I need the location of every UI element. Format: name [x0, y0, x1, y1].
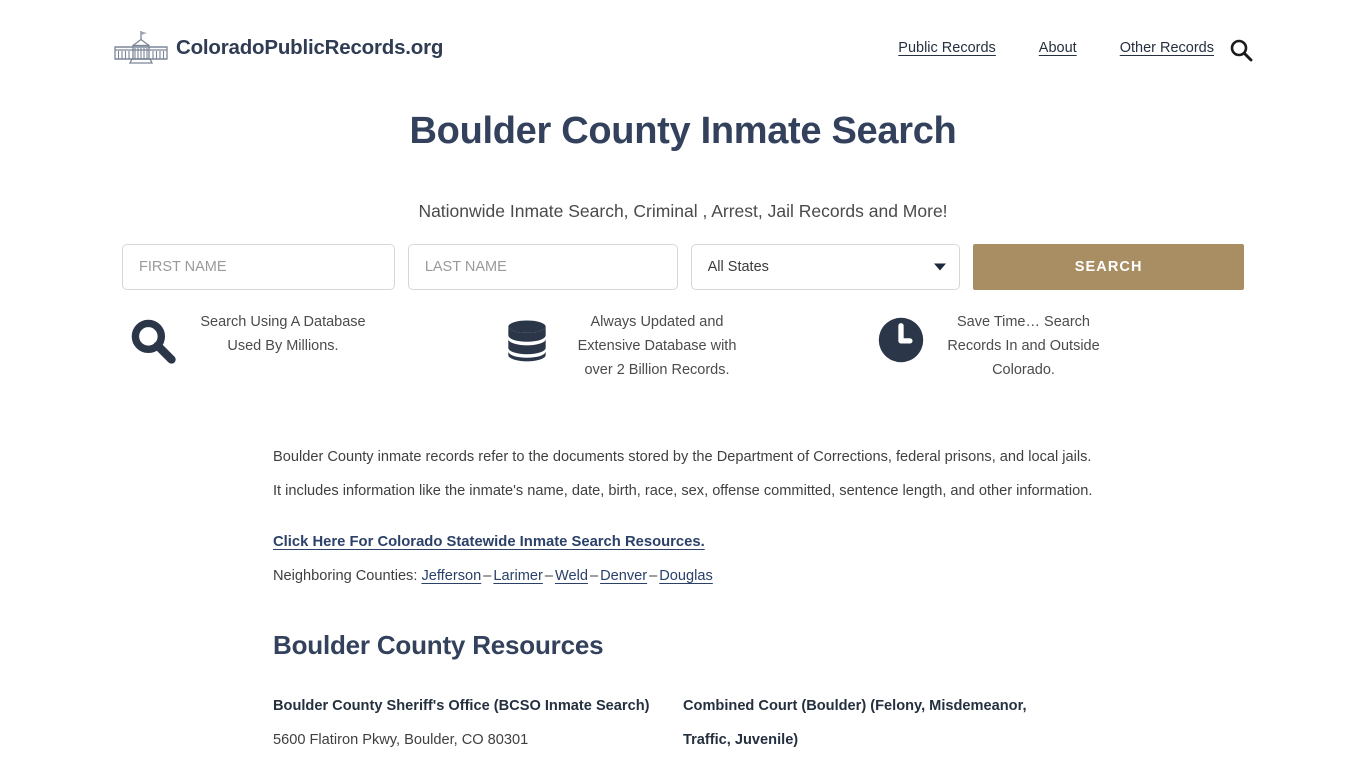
- resource-column-sheriff: Boulder County Sheriff's Office (BCSO In…: [273, 689, 683, 757]
- resource-name: Combined Court (Boulder) (Felony, Misdem…: [683, 698, 1027, 748]
- main-navigation: Public Records About Other Records: [898, 40, 1214, 56]
- state-select-wrapper: All States: [690, 244, 961, 290]
- feature-text: Search Using A Database Used By Millions…: [200, 314, 366, 354]
- magnifier-icon: [122, 310, 184, 366]
- resource-column-court: Combined Court (Boulder) (Felony, Misdem…: [683, 689, 1093, 757]
- capitol-building-icon: [112, 30, 170, 66]
- page-subtitle: Nationwide Inmate Search, Criminal , Arr…: [418, 201, 948, 221]
- feature-text: Save Time… Search Records In and Outside…: [947, 314, 1100, 378]
- county-link-larimer[interactable]: Larimer: [493, 568, 542, 584]
- first-name-input[interactable]: [122, 244, 395, 290]
- resources-heading: Boulder County Resources: [273, 630, 604, 660]
- separator-dash: –: [483, 568, 492, 584]
- statewide-resources-link[interactable]: Click Here For Colorado Statewide Inmate…: [273, 534, 1093, 550]
- brand-logo-link[interactable]: ColoradoPublicRecords.org: [112, 30, 443, 66]
- nav-item-about[interactable]: About: [1039, 40, 1077, 56]
- clock-icon: [870, 310, 932, 364]
- search-submit-button[interactable]: SEARCH: [973, 244, 1244, 290]
- feature-item-save-time: Save Time… Search Records In and Outside…: [870, 310, 1244, 382]
- separator-dash: –: [589, 568, 599, 584]
- separator-dash: –: [649, 568, 658, 584]
- feature-text: Always Updated and Extensive Database wi…: [577, 314, 737, 378]
- last-name-input[interactable]: [407, 244, 678, 290]
- search-icon[interactable]: [1228, 37, 1254, 63]
- article-paragraph: Boulder County inmate records refer to t…: [273, 449, 1093, 499]
- county-link-jefferson[interactable]: Jefferson: [421, 568, 481, 584]
- database-icon: [496, 310, 558, 364]
- resource-address: 5600 Flatiron Pkwy, Boulder, CO 80301: [273, 732, 529, 748]
- site-header: ColoradoPublicRecords.org Public Records…: [0, 0, 1366, 98]
- resources-columns: Boulder County Sheriff's Office (BCSO In…: [273, 689, 1093, 757]
- article-section: Boulder County inmate records refer to t…: [273, 440, 1093, 757]
- main-content: Boulder County Inmate Search Nationwide …: [0, 98, 1366, 757]
- resource-name: Boulder County Sheriff's Office (BCSO In…: [273, 698, 650, 714]
- county-link-douglas[interactable]: Douglas: [659, 568, 713, 584]
- county-link-denver[interactable]: Denver: [600, 568, 647, 584]
- inmate-search-form: All States SEARCH: [122, 244, 1244, 290]
- state-select[interactable]: All States: [690, 244, 961, 290]
- neighboring-counties: Neighboring Counties: Jefferson – Larimer –…: [273, 564, 1093, 588]
- feature-highlights: Search Using A Database Used By Millions…: [122, 310, 1244, 382]
- separator-dash: –: [544, 568, 553, 584]
- page-title: Boulder County Inmate Search: [409, 110, 957, 152]
- neighboring-counties-label: Neighboring Counties:: [273, 568, 418, 584]
- brand-name: ColoradoPublicRecords.org: [176, 36, 444, 59]
- feature-item-extensive-database: Always Updated and Extensive Database wi…: [496, 310, 870, 382]
- nav-item-other-records[interactable]: Other Records: [1120, 40, 1214, 56]
- nav-item-public-records[interactable]: Public Records: [898, 40, 996, 56]
- feature-item-database-millions: Search Using A Database Used By Millions…: [122, 310, 496, 382]
- county-link-weld[interactable]: Weld: [555, 568, 588, 584]
